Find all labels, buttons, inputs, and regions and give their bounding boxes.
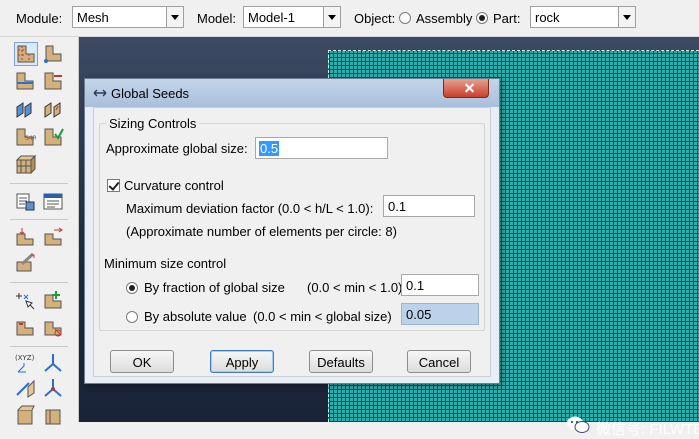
context-bar: Module: Mesh Model: Model-1 Object: Asse… xyxy=(0,0,699,37)
tools-icon[interactable] xyxy=(14,404,38,428)
assembly-radio[interactable] xyxy=(399,12,411,24)
by-absolute-range: (0.0 < min < global size) xyxy=(253,309,392,324)
by-fraction-value: 0.1 xyxy=(406,278,425,293)
query-icon[interactable] xyxy=(14,190,38,214)
chevron-down-icon[interactable] xyxy=(618,7,635,27)
more-tools-icon[interactable] xyxy=(42,404,66,428)
seed-edges-icon[interactable] xyxy=(42,42,66,66)
model-label: Model: xyxy=(197,11,237,26)
module-label: Module: xyxy=(16,11,63,26)
mesh-part-icon[interactable] xyxy=(42,126,66,150)
by-absolute-field[interactable]: 0.05 xyxy=(401,303,479,325)
toolbox-divider xyxy=(10,282,68,283)
max-deviation-field[interactable]: 0.1 xyxy=(383,195,475,217)
approx-size-value: 0.5 xyxy=(259,141,280,156)
verify-mesh-icon[interactable]: S4R xyxy=(14,126,38,150)
object-label: Object: xyxy=(354,11,396,26)
chevron-down-icon[interactable] xyxy=(166,7,183,27)
cancel-button[interactable]: Cancel xyxy=(407,350,471,373)
seed-by-size-icon[interactable] xyxy=(14,70,38,94)
by-absolute-value: 0.05 xyxy=(406,307,432,322)
model-value: Model-1 xyxy=(248,10,295,25)
max-deviation-value: 0.1 xyxy=(388,199,407,214)
part-combo[interactable]: rock xyxy=(530,6,636,28)
toolbox-divider xyxy=(10,183,68,184)
sizing-controls-label: Sizing Controls xyxy=(106,116,200,131)
create-datum-csys-icon[interactable]: (XYZ) xyxy=(14,352,38,376)
resize-arrows-icon xyxy=(93,89,107,97)
defaults-button[interactable]: Defaults xyxy=(309,350,373,373)
assign-orientation-icon[interactable] xyxy=(14,252,38,276)
by-fraction-field[interactable]: 0.1 xyxy=(401,274,479,296)
by-fraction-radio[interactable] xyxy=(126,282,138,294)
svg-text:(XYZ): (XYZ) xyxy=(15,354,35,362)
chevron-down-icon[interactable] xyxy=(323,7,340,27)
global-seeds-dialog: Global Seeds Sizing Controls Approximate… xyxy=(84,78,500,384)
svg-text:S4R: S4R xyxy=(25,135,36,142)
delete-mesh-icon[interactable] xyxy=(42,316,66,340)
datum-plane-icon[interactable] xyxy=(42,377,66,401)
seed-part-icon[interactable] xyxy=(14,42,38,66)
edit-mesh-icon[interactable] xyxy=(42,226,66,250)
datum-point-icon[interactable] xyxy=(14,377,38,401)
min-size-control-label: Minimum size control xyxy=(104,256,227,271)
apply-button[interactable]: Apply xyxy=(210,350,274,373)
by-absolute-radio[interactable] xyxy=(126,311,138,323)
mesh-toolbox: S4R (XYZ) xyxy=(0,37,79,425)
mesh-controls-icon[interactable] xyxy=(14,98,38,122)
delete-seeds-icon[interactable] xyxy=(42,70,66,94)
close-icon[interactable] xyxy=(443,79,489,98)
dialog-title: Global Seeds xyxy=(111,86,190,101)
datum-icon[interactable] xyxy=(14,289,38,313)
ok-button[interactable]: OK xyxy=(110,350,174,373)
mesh-region-icon[interactable] xyxy=(14,154,38,178)
toolbox-divider xyxy=(10,346,68,347)
part-radio[interactable] xyxy=(476,12,488,24)
partition-icon[interactable] xyxy=(42,190,66,214)
part-value: rock xyxy=(535,10,560,25)
by-absolute-label: By absolute value xyxy=(144,309,247,324)
assembly-label: Assembly xyxy=(416,11,473,26)
dialog-body: Sizing Controls Approximate global size:… xyxy=(93,107,491,377)
max-deviation-label: Maximum deviation factor (0.0 < h/L < 1.… xyxy=(126,201,374,216)
curvature-checkbox[interactable] xyxy=(107,179,120,192)
by-fraction-label: By fraction of global size xyxy=(144,280,285,295)
wechat-icon xyxy=(567,416,590,433)
model-combo[interactable]: Model-1 xyxy=(243,6,341,28)
dialog-titlebar[interactable]: Global Seeds xyxy=(85,79,499,107)
datum-axis-icon[interactable] xyxy=(42,352,66,376)
part-label: Part: xyxy=(493,11,521,26)
watermark-text: 微信号: FILWTBY xyxy=(596,421,699,438)
element-type-icon[interactable] xyxy=(42,98,66,122)
module-value: Mesh xyxy=(77,10,109,25)
virtual-topology-icon[interactable] xyxy=(14,226,38,250)
create-set-icon[interactable] xyxy=(42,289,66,313)
curvature-label: Curvature control xyxy=(124,178,224,193)
approx-size-field[interactable]: 0.5 xyxy=(255,137,388,159)
toolbox-divider xyxy=(10,219,68,220)
approx-size-label: Approximate global size: xyxy=(106,141,248,156)
watermark: 微信号: FILWTBY xyxy=(567,416,699,439)
mesh-part-instance-icon[interactable] xyxy=(14,316,38,340)
module-combo[interactable]: Mesh xyxy=(72,6,184,28)
by-fraction-range: (0.0 < min < 1.0) xyxy=(307,280,403,295)
approx-elements-note: (Approximate number of elements per circ… xyxy=(126,224,397,239)
